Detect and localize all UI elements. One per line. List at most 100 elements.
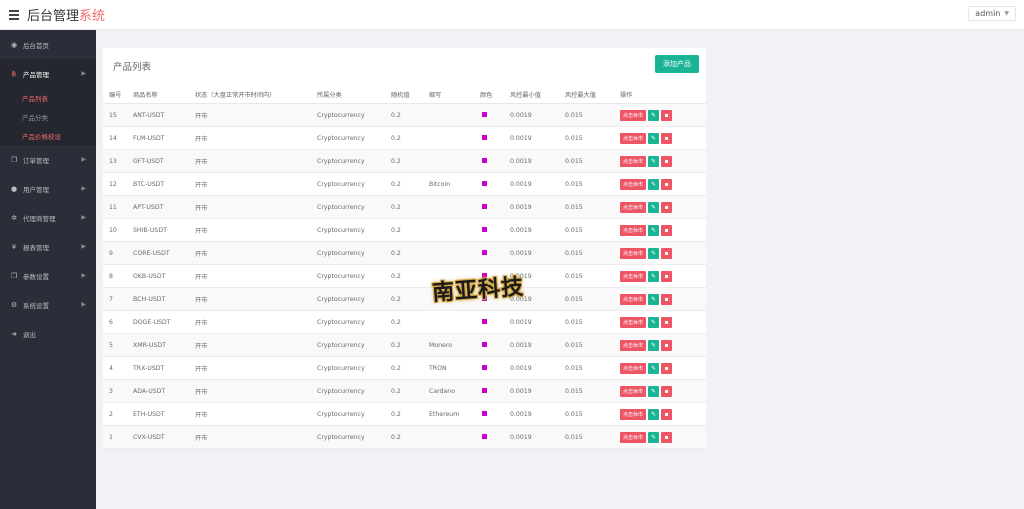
halt-market-button[interactable]: 点击休市 [620,201,647,213]
trash-icon[interactable]: ▪ [661,431,673,443]
trash-icon[interactable]: ▪ [661,155,673,167]
edit-icon[interactable]: ✎ [648,132,660,144]
edit-icon[interactable]: ✎ [648,247,660,259]
cell-abbr: Bitcoin [429,180,451,188]
edit-icon[interactable]: ✎ [648,109,660,121]
edit-icon[interactable]: ✎ [648,178,660,190]
edit-icon[interactable]: ✎ [648,339,660,351]
sidebar-item-system[interactable]: ⚙ 系统设置 ▶ [0,290,96,319]
sidebar-item-logout[interactable]: ➜ 退出 [0,319,96,348]
cell-min: 0.0019 [510,364,532,372]
cell-status: 开市 [195,181,208,189]
halt-market-button[interactable]: 点击休市 [620,270,647,282]
color-swatch [482,341,487,347]
trash-icon[interactable]: ▪ [661,109,673,121]
cell-actions: 点击休市 ✎ ▪ [620,270,706,282]
dashboard-icon: ◉ [10,40,18,49]
sidebar-item-params[interactable]: ❐ 参数设置 ▶ [0,261,96,290]
user-menu[interactable]: admin ▼ [968,6,1016,21]
sidebar-subitem-product-list[interactable]: 产品列表 [0,88,96,107]
trash-icon[interactable]: ▪ [661,132,673,144]
cell-name: ADA-USDT [133,387,166,395]
trash-icon[interactable]: ▪ [661,385,673,397]
cell-category: Cryptocurrency [317,318,365,326]
edit-icon[interactable]: ✎ [648,362,660,374]
trash-icon[interactable]: ▪ [661,224,673,236]
halt-market-button[interactable]: 点击休市 [620,431,647,443]
halt-market-button[interactable]: 点击休市 [620,109,647,121]
trash-icon[interactable]: ▪ [661,339,673,351]
halt-market-button[interactable]: 点击休市 [620,178,647,190]
add-product-button[interactable]: 添加产品 [655,55,699,73]
halt-market-button[interactable]: 点击休市 [620,224,647,236]
edit-icon[interactable]: ✎ [648,431,660,443]
edit-icon[interactable]: ✎ [648,316,660,328]
sidebar-item-users[interactable]: ● 用户管理 ▶ [0,174,96,203]
cell-status: 开市 [195,135,208,143]
trash-icon[interactable]: ▪ [661,270,673,282]
cell-category: Cryptocurrency [317,364,365,372]
color-swatch [482,410,487,416]
edit-icon[interactable]: ✎ [648,408,660,420]
edit-icon[interactable]: ✎ [648,201,660,213]
cell-abbr: Cardano [429,387,455,395]
halt-market-button[interactable]: 点击休市 [620,408,647,420]
trash-icon[interactable]: ▪ [661,408,673,420]
trash-icon[interactable]: ▪ [661,293,673,305]
edit-icon[interactable]: ✎ [648,270,660,282]
color-swatch [482,111,487,117]
color-swatch [482,134,487,140]
halt-market-button[interactable]: 点击休市 [620,316,647,328]
cell-id: 15 [109,111,117,119]
sidebar-subitem-product-category[interactable]: 产品分类 [0,107,96,126]
edit-icon[interactable]: ✎ [648,385,660,397]
edit-icon[interactable]: ✎ [648,224,660,236]
chevron-right-icon: ▶ [81,214,86,221]
table-header: 编号 商品名称 状态（大盘正常开市时间内） 所属分类 随机值 缩写 颜色 风控最… [103,86,706,104]
halt-market-button[interactable]: 点击休市 [620,362,647,374]
cell-random: 0.2 [391,387,401,395]
app-title-accent: 系统 [79,9,106,24]
sidebar-item-orders[interactable]: ❐ 订单管理 ▶ [0,145,96,174]
column-header: 风控最大值 [565,92,596,99]
sidebar-item-dashboard[interactable]: ◉ 后台首页 [0,30,96,59]
cell-id: 8 [109,272,113,280]
sidebar-item-products[interactable]: ฿ 产品管理 ▶ [0,59,96,88]
copy-icon: ❐ [10,155,18,164]
edit-icon[interactable]: ✎ [648,155,660,167]
cell-abbr: Ethereum [429,410,460,418]
table-row: 10 SHIB-USDT 开市 Cryptocurrency 0.2 0.0019 0.01… [103,219,706,242]
halt-market-button[interactable]: 点击休市 [620,155,647,167]
product-list-card: 产品列表 添加产品 编号 商品名称 状态（大盘正常开市时间内） 所属分类 随机值… [103,48,706,449]
cell-id: 11 [109,203,117,211]
sidebar-item-label: 报表管理 [23,243,49,252]
cell-category: Cryptocurrency [317,433,365,441]
sidebar-item-reports[interactable]: ¥ 报表管理 ▶ [0,232,96,261]
edit-icon[interactable]: ✎ [648,293,660,305]
halt-market-button[interactable]: 点击休市 [620,293,647,305]
cell-id: 4 [109,364,113,372]
trash-icon[interactable]: ▪ [661,178,673,190]
trash-icon[interactable]: ▪ [661,362,673,374]
trash-icon[interactable]: ▪ [661,316,673,328]
cell-random: 0.2 [391,134,401,142]
menu-toggle-icon[interactable] [9,9,19,20]
cell-color [480,341,510,349]
cell-id: 14 [109,134,117,142]
cell-actions: 点击休市 ✎ ▪ [620,247,706,259]
halt-market-button[interactable]: 点击休市 [620,385,647,397]
halt-market-button[interactable]: 点击休市 [620,247,647,259]
cell-abbr: TRON [429,364,447,372]
cell-id: 10 [109,226,117,234]
cell-min: 0.0019 [510,180,532,188]
cell-category: Cryptocurrency [317,295,365,303]
cell-actions: 点击休市 ✎ ▪ [620,408,706,420]
sidebar-item-agents[interactable]: ✲ 代理商管理 ▶ [0,203,96,232]
sidebar-subitem-price-settings[interactable]: 产品价格校设 [0,126,96,145]
trash-icon[interactable]: ▪ [661,201,673,213]
halt-market-button[interactable]: 点击休市 [620,339,647,351]
cell-color [480,111,510,119]
cell-status: 开市 [195,411,208,419]
trash-icon[interactable]: ▪ [661,247,673,259]
halt-market-button[interactable]: 点击休市 [620,132,647,144]
